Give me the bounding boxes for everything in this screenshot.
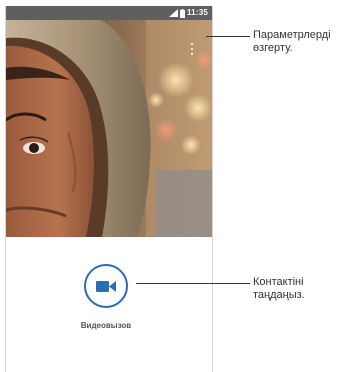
video-call-button[interactable]: [84, 264, 128, 308]
status-time: 11:35: [186, 8, 208, 17]
settings-callout-line: [206, 36, 250, 37]
contact-callout: Контактіні таңдаңыз.: [253, 276, 305, 302]
settings-callout-line1: Параметрлерді: [253, 29, 331, 41]
status-icons: 11:35: [168, 8, 208, 18]
contact-callout-line: [136, 283, 250, 284]
video-camera-icon: [96, 280, 116, 293]
settings-callout-line2: өзгерту.: [253, 42, 293, 54]
settings-callout: Параметрлерді өзгерту.: [253, 29, 331, 55]
video-call-label: Видеовызов: [80, 321, 132, 330]
tutorial-figure: 11:35 Видеовызов Параметрлерді өзгерту. …: [0, 0, 359, 372]
battery-icon: [179, 8, 185, 18]
signal-icon: [168, 9, 178, 17]
overflow-menu-icon[interactable]: [189, 43, 195, 57]
contact-callout-line1: Контактіні: [253, 276, 304, 288]
call-panel: Видеовызов: [6, 237, 212, 372]
contact-photo: [6, 20, 212, 237]
status-bar: 11:35: [6, 6, 212, 20]
contact-callout-line2: таңдаңыз.: [253, 289, 305, 301]
phone-screen: 11:35 Видеовызов: [5, 6, 213, 372]
